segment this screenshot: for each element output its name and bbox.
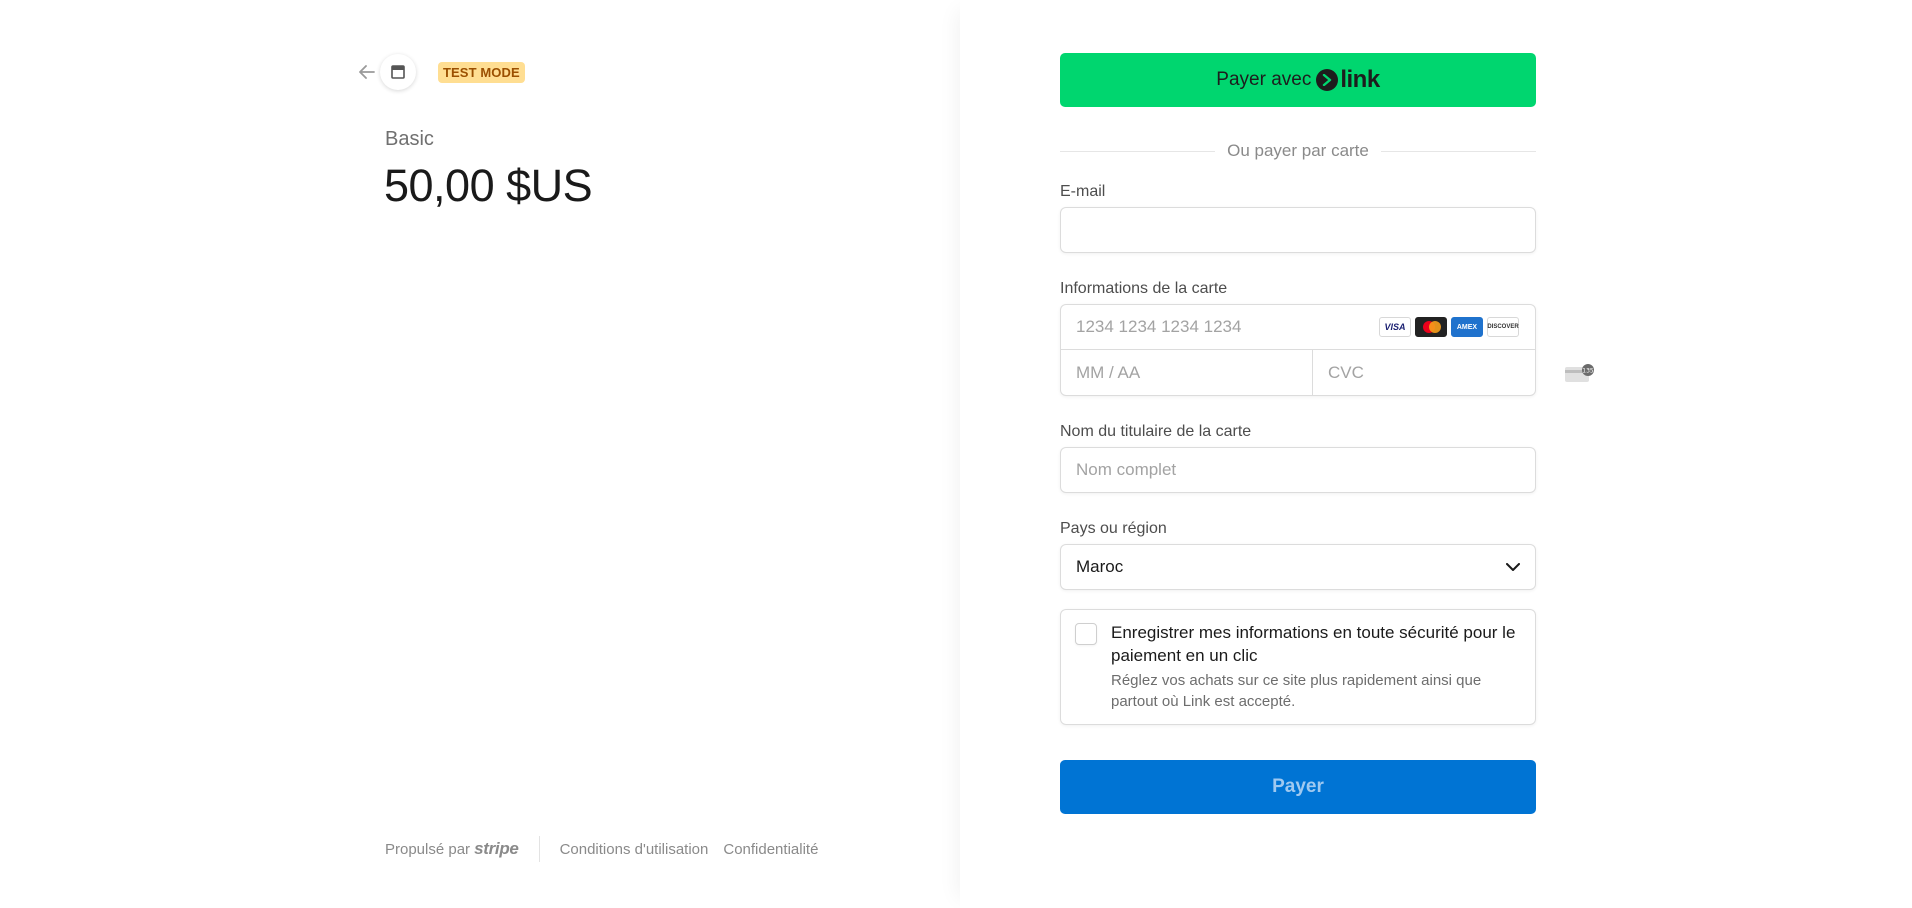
payment-form: Payer avec link Ou payer par carte E-mai… bbox=[1060, 53, 1594, 814]
amex-icon: AMEX bbox=[1451, 317, 1483, 337]
card-brand-logos: VISA AMEX DISCOVER bbox=[1379, 317, 1519, 337]
card-info-label: Informations de la carte bbox=[1060, 280, 1228, 297]
footer: Propulsé par stripe Conditions d'utilisa… bbox=[385, 836, 833, 862]
privacy-link[interactable]: Confidentialité bbox=[723, 841, 818, 858]
cardholder-name-input[interactable] bbox=[1060, 447, 1536, 493]
mastercard-icon bbox=[1415, 317, 1447, 337]
product-name: Basic bbox=[385, 128, 434, 150]
pay-by-card-divider: Ou payer par carte bbox=[1060, 141, 1536, 161]
cvc-cell: 135 bbox=[1313, 350, 1608, 395]
card-info-box: VISA AMEX DISCOVER bbox=[1060, 304, 1594, 396]
cardholder-group: Nom du titulaire de la carte bbox=[1060, 423, 1536, 493]
email-field[interactable] bbox=[1060, 207, 1536, 253]
country-label: Pays ou région bbox=[1060, 520, 1167, 537]
divider-line-left bbox=[1060, 150, 1216, 152]
country-select[interactable]: Maroc bbox=[1060, 544, 1536, 590]
cardholder-label: Nom du titulaire de la carte bbox=[1060, 423, 1252, 440]
terms-link[interactable]: Conditions d'utilisation bbox=[560, 841, 709, 858]
divider-text: Ou payer par carte bbox=[1227, 141, 1369, 160]
stripe-logo: stripe bbox=[474, 839, 519, 858]
card-expiry-cvc-row: 135 bbox=[1061, 350, 1594, 395]
product-price: 50,00 $US bbox=[384, 160, 593, 211]
footer-divider bbox=[538, 836, 540, 862]
expiry-cell bbox=[1061, 350, 1313, 395]
expiry-input[interactable] bbox=[1061, 350, 1312, 395]
back-arrow-icon[interactable] bbox=[356, 61, 378, 83]
save-info-checkbox[interactable] bbox=[1075, 623, 1097, 645]
link-wordmark: link bbox=[1340, 66, 1380, 93]
divider-line-right bbox=[1380, 150, 1536, 152]
country-selected-value: Maroc bbox=[1076, 557, 1124, 576]
payment-panel: Payer avec link Ou payer par carte E-mai… bbox=[960, 0, 1912, 908]
email-label: E-mail bbox=[1060, 183, 1106, 200]
pay-button[interactable]: Payer bbox=[1060, 760, 1536, 814]
cvc-card-icon: 135 bbox=[1564, 363, 1594, 383]
country-group: Pays ou région Maroc bbox=[1060, 520, 1536, 590]
save-info-text: Enregistrer mes informations en toute sé… bbox=[1111, 621, 1521, 712]
card-info-group: Informations de la carte VISA AMEX DISCO… bbox=[1060, 280, 1594, 396]
discover-icon: DISCOVER bbox=[1487, 317, 1519, 337]
visa-icon: VISA bbox=[1379, 317, 1411, 337]
card-number-row: VISA AMEX DISCOVER bbox=[1061, 305, 1535, 350]
pay-with-link-button[interactable]: Payer avec link bbox=[1060, 53, 1536, 107]
save-info-title: Enregistrer mes informations en toute sé… bbox=[1111, 623, 1516, 665]
email-group: E-mail bbox=[1060, 183, 1536, 253]
chevron-down-icon bbox=[1506, 557, 1520, 577]
link-logo: link bbox=[1316, 66, 1380, 94]
summary-panel: TEST MODE Basic 50,00 $US Propulsé par s… bbox=[0, 0, 960, 908]
header: TEST MODE bbox=[356, 54, 525, 90]
save-info-description: Réglez vos achats sur ce site plus rapid… bbox=[1111, 672, 1482, 710]
card-number-input[interactable] bbox=[1061, 305, 1379, 349]
save-info-box: Enregistrer mes informations en toute sé… bbox=[1060, 609, 1536, 725]
link-arrow-icon bbox=[1316, 69, 1339, 91]
cvc-digits: 135 bbox=[1582, 367, 1594, 374]
test-mode-badge: TEST MODE bbox=[438, 61, 525, 83]
pay-with-link-label: Payer avec bbox=[1216, 69, 1312, 90]
powered-by-label: Propulsé par bbox=[385, 840, 471, 858]
store-icon[interactable] bbox=[380, 54, 416, 90]
cvc-input[interactable] bbox=[1313, 350, 1564, 395]
powered-by[interactable]: Propulsé par stripe bbox=[385, 839, 519, 859]
